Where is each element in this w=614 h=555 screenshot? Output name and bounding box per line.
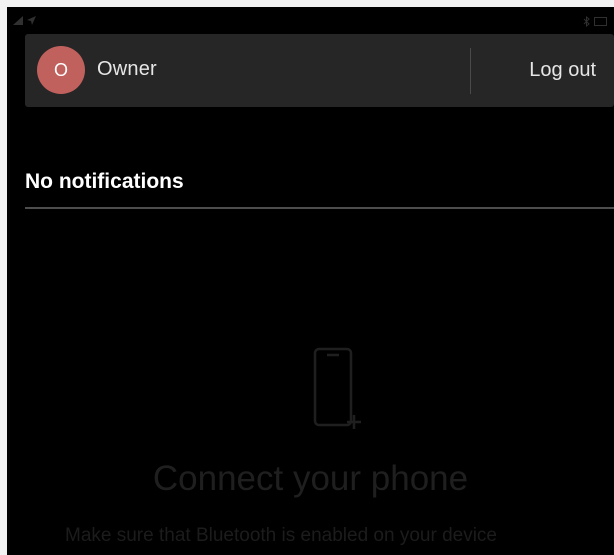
signal-icon (13, 16, 23, 25)
connect-phone-subtitle: Make sure that Bluetooth is enabled on y… (65, 525, 497, 546)
logout-button[interactable]: Log out (471, 34, 614, 107)
notifications-title: No notifications (25, 170, 184, 193)
status-bar (7, 7, 614, 33)
notifications-divider (25, 207, 614, 209)
battery-icon (594, 17, 607, 26)
avatar[interactable]: O (37, 46, 85, 94)
bluetooth-icon (583, 16, 590, 27)
status-bar-right (583, 16, 608, 27)
screen: O Owner Log out No notifications Connect… (7, 7, 614, 555)
user-name[interactable]: Owner (97, 58, 157, 81)
location-arrow-icon (27, 16, 36, 25)
user-bar: O Owner Log out (25, 34, 614, 107)
phone-add-icon (313, 347, 361, 429)
status-bar-left (13, 16, 36, 25)
connect-phone-title: Connect your phone (152, 459, 469, 498)
